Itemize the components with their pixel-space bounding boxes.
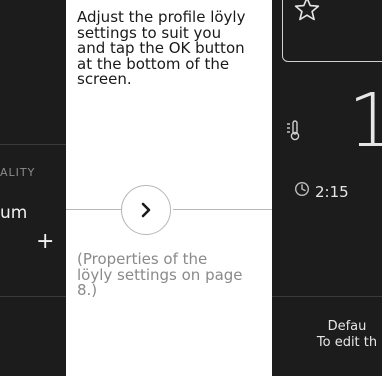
thermometer-icon [287, 120, 300, 141]
divider [0, 144, 66, 145]
left-settings-panel: ALITY um + [0, 0, 66, 376]
time-value: 2:15 [315, 183, 349, 201]
quality-label: ALITY [0, 166, 36, 179]
right-profile-panel: 1 2:15 Defau To edit th [272, 0, 382, 376]
star-outline-icon [294, 0, 320, 21]
separator-line [66, 209, 121, 210]
quality-value[interactable]: um [0, 203, 27, 223]
plus-button[interactable]: + [36, 231, 54, 253]
timer-icon [294, 181, 310, 197]
separator-line [173, 209, 272, 210]
default-line-1: Defau [327, 319, 367, 334]
favorite-button[interactable] [282, 0, 382, 62]
instruction-panel: Adjust the profile löyly settings to sui… [66, 0, 272, 376]
divider [0, 296, 66, 297]
divider [272, 296, 382, 297]
default-profile-text: Defau To edit th [272, 319, 382, 350]
temperature-value: 1 [348, 78, 382, 164]
footnote-text: (Properties of the löyly settings on pag… [77, 250, 243, 299]
default-line-2: To edit th [316, 334, 378, 350]
next-button[interactable] [121, 185, 171, 235]
instruction-text: Adjust the profile löyly settings to sui… [77, 8, 246, 88]
chevron-right-icon [141, 202, 151, 218]
